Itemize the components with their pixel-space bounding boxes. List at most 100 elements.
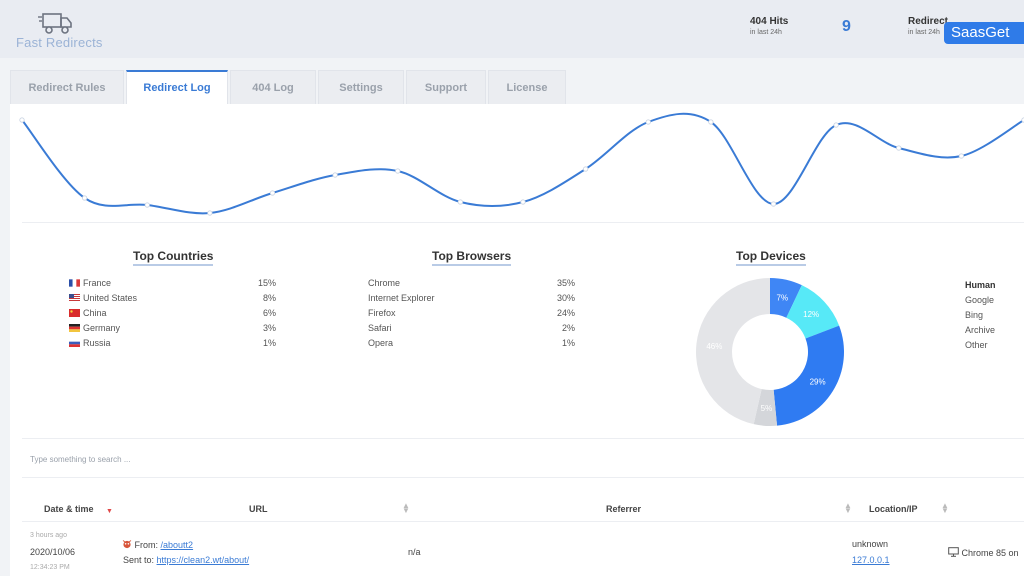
country-row: Russia 1% (69, 338, 276, 352)
browser-name: Opera (368, 338, 394, 348)
app-logo[interactable]: Fast Redirects (14, 8, 114, 52)
sent-to-label: Sent to: (123, 555, 155, 565)
line-point[interactable] (332, 172, 338, 178)
country-name: Germany (83, 323, 121, 333)
donut-slice-label: 7% (777, 293, 789, 302)
hits-title: 404 Hits (750, 16, 789, 27)
row-referrer: n/a (408, 547, 421, 557)
browser-pct: 2% (561, 323, 575, 333)
line-point[interactable] (520, 199, 526, 205)
country-pct: 15% (257, 278, 276, 288)
browser-pct: 1% (561, 338, 575, 348)
device-label-other: Other (965, 340, 988, 350)
column-header-url[interactable]: URL (249, 504, 268, 514)
logo-text: Fast Redirects (16, 35, 103, 50)
tab-support[interactable]: Support (406, 70, 486, 104)
top-devices-title: Top Devices (736, 249, 806, 266)
column-header-location[interactable]: Location/IP (869, 504, 918, 514)
browser-pct: 24% (556, 308, 575, 318)
donut-slice-label: 29% (810, 378, 826, 387)
country-name: France (83, 278, 112, 288)
search-input[interactable] (30, 451, 530, 467)
row-location: unknown (852, 539, 889, 549)
line-point[interactable] (207, 210, 213, 216)
truck-icon (38, 13, 72, 34)
row-time-ago: 3 hours ago (30, 532, 67, 539)
sort-icon[interactable]: ▲ ▼ (844, 502, 852, 515)
line-point[interactable] (708, 119, 714, 125)
row-time: 12:34:23 PM (30, 564, 70, 571)
row-user-agent: Chrome 85 on (948, 547, 1019, 558)
browser-pct: 35% (556, 278, 575, 288)
devices-donut-chart: 7% 12% 29% 5% 46% (695, 278, 844, 426)
sort-desc-icon[interactable]: ▼ (106, 508, 113, 515)
fr-flag-icon (69, 279, 80, 287)
line-point[interactable] (645, 119, 651, 125)
line-point[interactable] (896, 145, 902, 151)
ru-flag-icon (69, 339, 80, 347)
top-countries-title: Top Countries (133, 249, 214, 266)
tab-redirect-rules[interactable]: Redirect Rules (10, 70, 124, 104)
line-point[interactable] (583, 166, 589, 172)
device-label-bing: Bing (965, 310, 984, 320)
country-pct: 3% (262, 323, 276, 333)
us-flag-icon (69, 294, 80, 302)
sort-icon[interactable]: ▲ ▼ (941, 502, 949, 515)
tab-bar: Redirect Rules Redirect Log 404 Log Sett… (10, 70, 568, 104)
line-point[interactable] (82, 195, 88, 201)
device-label-human: Human (965, 280, 996, 290)
from-label: From: (134, 540, 159, 550)
watermark-badge: SaasGet (944, 22, 1024, 44)
hits-value: 9 (842, 18, 851, 35)
browser-row: Safari 2% (368, 323, 575, 337)
line-point[interactable] (395, 168, 401, 174)
country-pct: 8% (262, 293, 276, 303)
redirects-stat: Redirect in last 24h (908, 16, 948, 36)
country-pct: 6% (262, 308, 276, 318)
from-url-link[interactable]: /aboutt2 (161, 540, 194, 550)
country-name: United States (83, 293, 138, 303)
browser-name: Firefox (368, 308, 396, 318)
donut-slice[interactable] (773, 325, 844, 426)
country-row: China 6% (69, 308, 276, 322)
country-name: China (83, 308, 107, 318)
row-date: 2020/10/06 (30, 547, 76, 557)
line-point[interactable] (19, 117, 25, 123)
tab-redirect-log[interactable]: Redirect Log (126, 70, 228, 104)
tab-license[interactable]: License (488, 70, 566, 104)
line-point[interactable] (144, 202, 150, 208)
browser-name: Chrome (368, 278, 401, 288)
row-from: From: /aboutt2 (122, 539, 193, 550)
tab-404-log[interactable]: 404 Log (230, 70, 316, 104)
line-point[interactable] (958, 153, 964, 159)
search-bar (22, 438, 1024, 478)
donut-slice-label: 5% (761, 404, 773, 413)
column-header-date[interactable]: Date & time (44, 504, 94, 514)
line-point[interactable] (457, 199, 463, 205)
user-agent-text: Chrome 85 on (961, 548, 1019, 558)
column-header-referrer[interactable]: Referrer (606, 504, 641, 514)
redirects-title: Redirect (908, 16, 949, 27)
sent-to-url-link[interactable]: https://clean2.wt/about/ (157, 555, 250, 565)
device-label-archive: Archive (965, 325, 996, 335)
redirects-line-chart (19, 112, 1024, 216)
hits-stat: 404 Hits in last 24h (750, 16, 788, 36)
row-ip-link[interactable]: 127.0.0.1 (852, 555, 890, 565)
browser-name: Internet Explorer (368, 293, 435, 303)
browser-row: Internet Explorer 30% (368, 293, 575, 307)
line-point[interactable] (269, 190, 276, 196)
country-row: France 15% (69, 278, 276, 292)
line-point[interactable] (770, 201, 777, 207)
country-pct: 1% (262, 338, 276, 348)
device-label-google: Google (965, 295, 995, 305)
sort-icon[interactable]: ▲ ▼ (402, 502, 410, 515)
top-header: Fast Redirects 404 Hits in last 24h 9 Re… (0, 0, 1024, 58)
country-name: Russia (83, 338, 111, 348)
line-point[interactable] (833, 122, 839, 128)
browser-row: Firefox 24% (368, 308, 575, 322)
browser-row: Opera 1% (368, 338, 575, 352)
line-series (21, 112, 1024, 215)
donut-slice-label: 12% (803, 310, 819, 319)
country-row: Germany 3% (69, 323, 276, 337)
tab-settings[interactable]: Settings (318, 70, 404, 104)
